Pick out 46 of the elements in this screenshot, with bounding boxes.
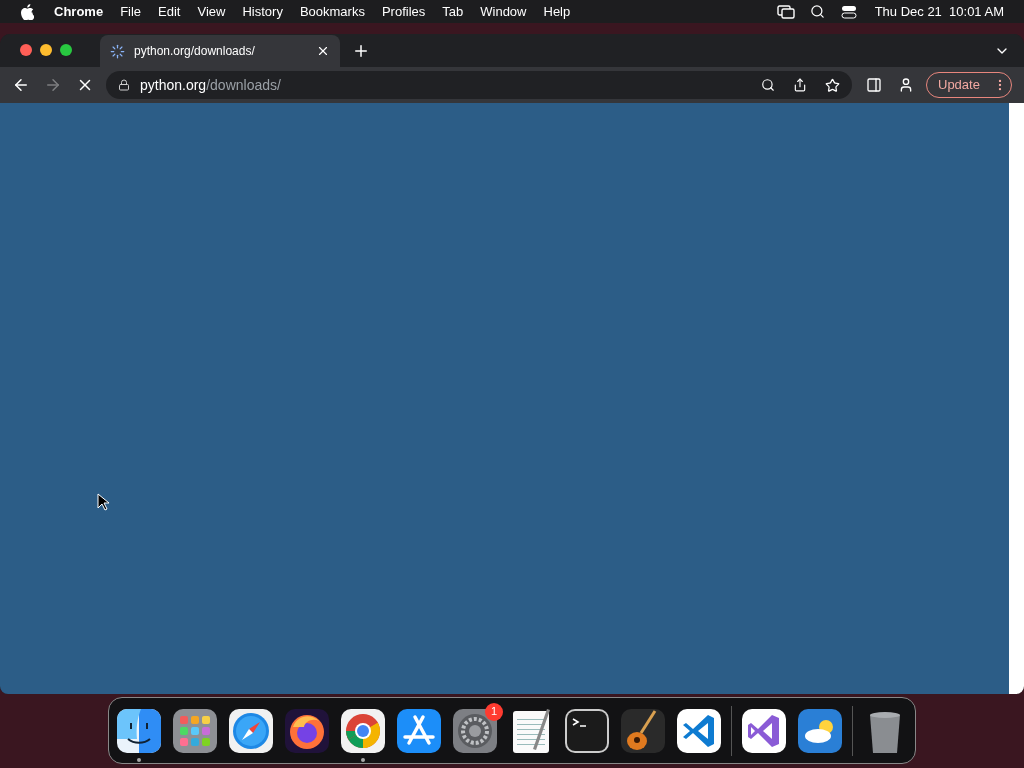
address-bar[interactable]: python.org/downloads/ xyxy=(106,71,852,99)
menu-item[interactable]: Profiles xyxy=(381,1,426,22)
firefox-app-icon[interactable] xyxy=(283,706,331,755)
menu-item[interactable]: Edit xyxy=(158,1,181,22)
vscode-app-icon[interactable] xyxy=(675,706,723,755)
menu-item[interactable]: File xyxy=(120,1,142,22)
forward-icon[interactable] xyxy=(44,76,62,94)
browser-tab[interactable]: python.org/downloads/ xyxy=(100,35,340,67)
minimize-window-button[interactable] xyxy=(40,43,52,56)
search-icon[interactable] xyxy=(761,78,775,92)
close-tab-icon[interactable] xyxy=(316,44,330,58)
chrome-app-icon[interactable] xyxy=(339,706,387,755)
menu-bar-clock[interactable]: Thu Dec 21 10:01 AM xyxy=(874,1,1004,22)
menu-item[interactable]: Help xyxy=(543,1,571,22)
profile-icon[interactable] xyxy=(898,77,914,93)
launchpad-app-icon[interactable] xyxy=(171,706,219,755)
search-icon[interactable] xyxy=(809,4,825,19)
visualstudio-app-icon[interactable] xyxy=(740,706,788,755)
dock-divider xyxy=(731,705,732,756)
url-text: python.org/downloads/ xyxy=(140,75,281,95)
weather-app-icon[interactable] xyxy=(796,706,844,755)
dock-divider xyxy=(852,705,853,756)
menu-item[interactable]: Tab xyxy=(442,1,464,22)
appstore-app-icon[interactable] xyxy=(395,706,443,755)
lock-icon xyxy=(118,79,130,91)
app-menu[interactable]: Chrome xyxy=(54,1,104,22)
menu-item[interactable]: Bookmarks xyxy=(299,1,365,22)
settings-app-icon[interactable] xyxy=(451,706,499,755)
mouse-cursor-icon xyxy=(97,493,109,511)
tab-title: python.org/downloads/ xyxy=(134,43,256,60)
control-center-icon[interactable] xyxy=(840,4,857,19)
screen-mirroring-icon[interactable] xyxy=(776,4,795,19)
notification-badge: 1 xyxy=(485,702,503,721)
menu-item[interactable]: History xyxy=(242,1,283,22)
zoom-window-button[interactable] xyxy=(60,43,72,56)
safari-app-icon[interactable] xyxy=(227,706,275,755)
share-icon[interactable] xyxy=(793,78,807,92)
finder-app-icon[interactable] xyxy=(115,706,163,755)
menu-item[interactable]: Window xyxy=(480,1,527,22)
apple-logo-icon[interactable] xyxy=(20,3,34,20)
close-window-button[interactable] xyxy=(20,43,32,56)
side-panel-icon[interactable] xyxy=(866,77,882,93)
back-icon[interactable] xyxy=(12,76,30,94)
menu-item[interactable]: View xyxy=(197,1,226,22)
bookmark-star-icon[interactable] xyxy=(825,77,840,93)
terminal-app-icon[interactable] xyxy=(563,706,611,755)
